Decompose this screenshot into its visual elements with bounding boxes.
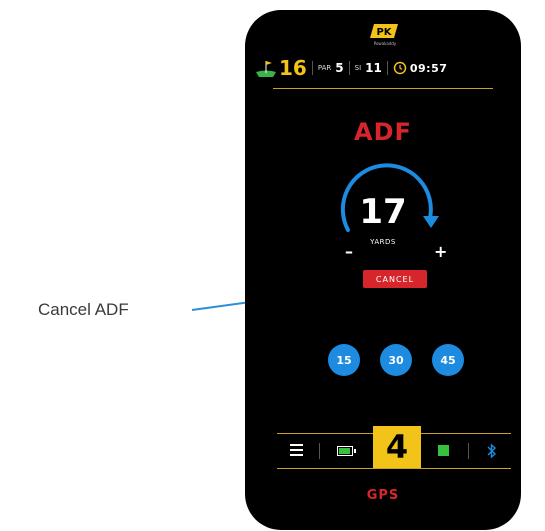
status-square-icon <box>438 445 449 456</box>
status-bar: 16 PAR 5 SI 11 09:57 <box>255 48 511 88</box>
bottom-toolbar: 4 <box>277 426 511 469</box>
brand-logo: PK Powakaddy <box>370 24 398 46</box>
preset-15-button[interactable]: 15 <box>328 344 360 376</box>
gear-button[interactable]: 4 <box>373 426 421 468</box>
screen-title: ADF <box>354 118 412 146</box>
preset-30-button[interactable]: 30 <box>380 344 412 376</box>
svg-text:PK: PK <box>376 27 392 38</box>
distance-value: 17 <box>359 192 407 232</box>
header-divider <box>273 88 493 89</box>
bluetooth-icon[interactable] <box>487 443 497 459</box>
svg-text:Powakaddy: Powakaddy <box>374 41 397 46</box>
battery-icon <box>337 446 356 456</box>
si-label: SI <box>354 64 362 72</box>
cancel-adf-button[interactable]: CANCEL <box>363 270 427 288</box>
clock-icon <box>393 61 407 75</box>
flag-icon <box>256 61 276 77</box>
par-value: 5 <box>335 61 344 75</box>
increase-button[interactable]: + <box>434 242 447 261</box>
distance-unit: YARDS <box>370 238 396 246</box>
si-value: 11 <box>365 61 382 75</box>
mode-label: GPS <box>366 488 400 503</box>
par-label: PAR <box>317 64 332 72</box>
decrease-button[interactable]: – <box>345 242 353 261</box>
hole-number: 16 <box>279 56 307 80</box>
device-screen: PK Powakaddy 16 PAR 5 SI 11 09:57 ADF 17… <box>245 10 521 530</box>
preset-45-button[interactable]: 45 <box>432 344 464 376</box>
clock-time: 09:57 <box>409 61 448 75</box>
menu-icon[interactable] <box>290 444 303 459</box>
